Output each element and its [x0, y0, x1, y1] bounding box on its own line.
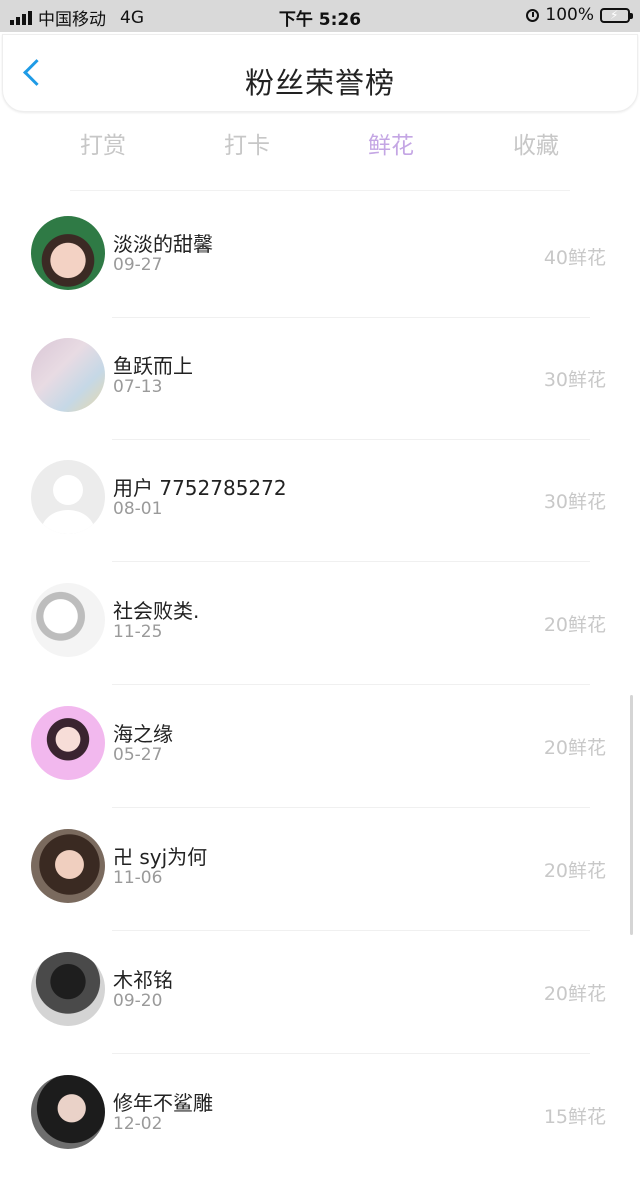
alarm-icon	[526, 8, 540, 22]
list-item[interactable]: 淡淡的甜馨 09-27 40鲜花	[0, 196, 640, 318]
fan-name: 社会败类.	[113, 599, 200, 623]
avatar[interactable]	[31, 338, 105, 412]
flower-amount: 30鲜花	[543, 369, 606, 391]
tab-reward[interactable]: 打赏	[43, 126, 163, 160]
list-item[interactable]: 修年不鲨雕 12-02 15鲜花	[0, 1055, 640, 1177]
fan-name: 淡淡的甜馨	[113, 232, 213, 256]
battery-percent: 100%	[545, 5, 594, 25]
fan-name: 用户 7752785272	[113, 476, 287, 500]
nav-bar: 粉丝荣誉榜	[2, 34, 638, 112]
default-user-icon	[41, 475, 95, 534]
list-item[interactable]: 卍 syj为何 11-06 20鲜花	[0, 809, 640, 931]
tab-bar: 打赏 打卡 鲜花 收藏	[0, 126, 640, 162]
fan-name: 鱼跃而上	[113, 354, 193, 378]
flower-amount: 30鲜花	[543, 491, 606, 513]
tab-checkin[interactable]: 打卡	[187, 126, 307, 160]
flower-amount: 20鲜花	[543, 737, 606, 759]
fan-date: 08-01	[113, 499, 163, 519]
charging-bolt-icon: ⚡	[610, 7, 619, 22]
list-item[interactable]: 鱼跃而上 07-13 30鲜花	[0, 318, 640, 440]
fan-date: 05-27	[113, 745, 163, 765]
avatar[interactable]	[31, 706, 105, 780]
fan-name: 木祁铭	[113, 968, 173, 992]
fan-date: 11-06	[113, 868, 163, 888]
avatar[interactable]	[31, 460, 105, 534]
list-item[interactable]: 海之缘 05-27 20鲜花	[0, 686, 640, 808]
avatar[interactable]	[31, 583, 105, 657]
tab-flowers[interactable]: 鲜花	[331, 126, 451, 160]
flower-amount: 20鲜花	[543, 614, 606, 636]
row-divider	[112, 930, 590, 931]
page-title: 粉丝荣誉榜	[244, 66, 395, 100]
avatar[interactable]	[31, 829, 105, 903]
tab-favorites[interactable]: 收藏	[476, 126, 596, 160]
fan-name: 卍 syj为何	[113, 845, 208, 869]
avatar[interactable]	[31, 216, 105, 290]
flower-amount: 20鲜花	[543, 983, 606, 1005]
fan-date: 07-13	[113, 377, 163, 397]
fan-name: 海之缘	[113, 722, 173, 746]
row-divider	[112, 1053, 590, 1054]
scrollbar[interactable]	[630, 695, 633, 935]
flower-amount: 15鲜花	[543, 1106, 606, 1128]
status-right: 100% ⚡	[526, 5, 633, 25]
fan-date: 09-20	[113, 991, 163, 1011]
battery-icon: ⚡	[600, 7, 633, 23]
fan-name: 修年不鲨雕	[113, 1091, 213, 1115]
list-item[interactable]: 用户 7752785272 08-01 30鲜花	[0, 440, 640, 562]
divider	[70, 190, 570, 191]
flower-amount: 40鲜花	[543, 247, 606, 269]
flower-amount: 20鲜花	[543, 860, 606, 882]
row-divider	[112, 561, 590, 562]
row-divider	[112, 684, 590, 685]
list-item[interactable]: 木祁铭 09-20 20鲜花	[0, 932, 640, 1054]
avatar[interactable]	[31, 952, 105, 1026]
fan-date: 12-02	[113, 1114, 163, 1134]
row-divider	[112, 807, 590, 808]
list-item[interactable]: 社会败类. 11-25 20鲜花	[0, 563, 640, 685]
status-bar: 中国移动 4G 下午 5:26 100% ⚡	[0, 0, 640, 32]
fan-date: 11-25	[113, 622, 163, 642]
fan-date: 09-27	[113, 255, 163, 275]
